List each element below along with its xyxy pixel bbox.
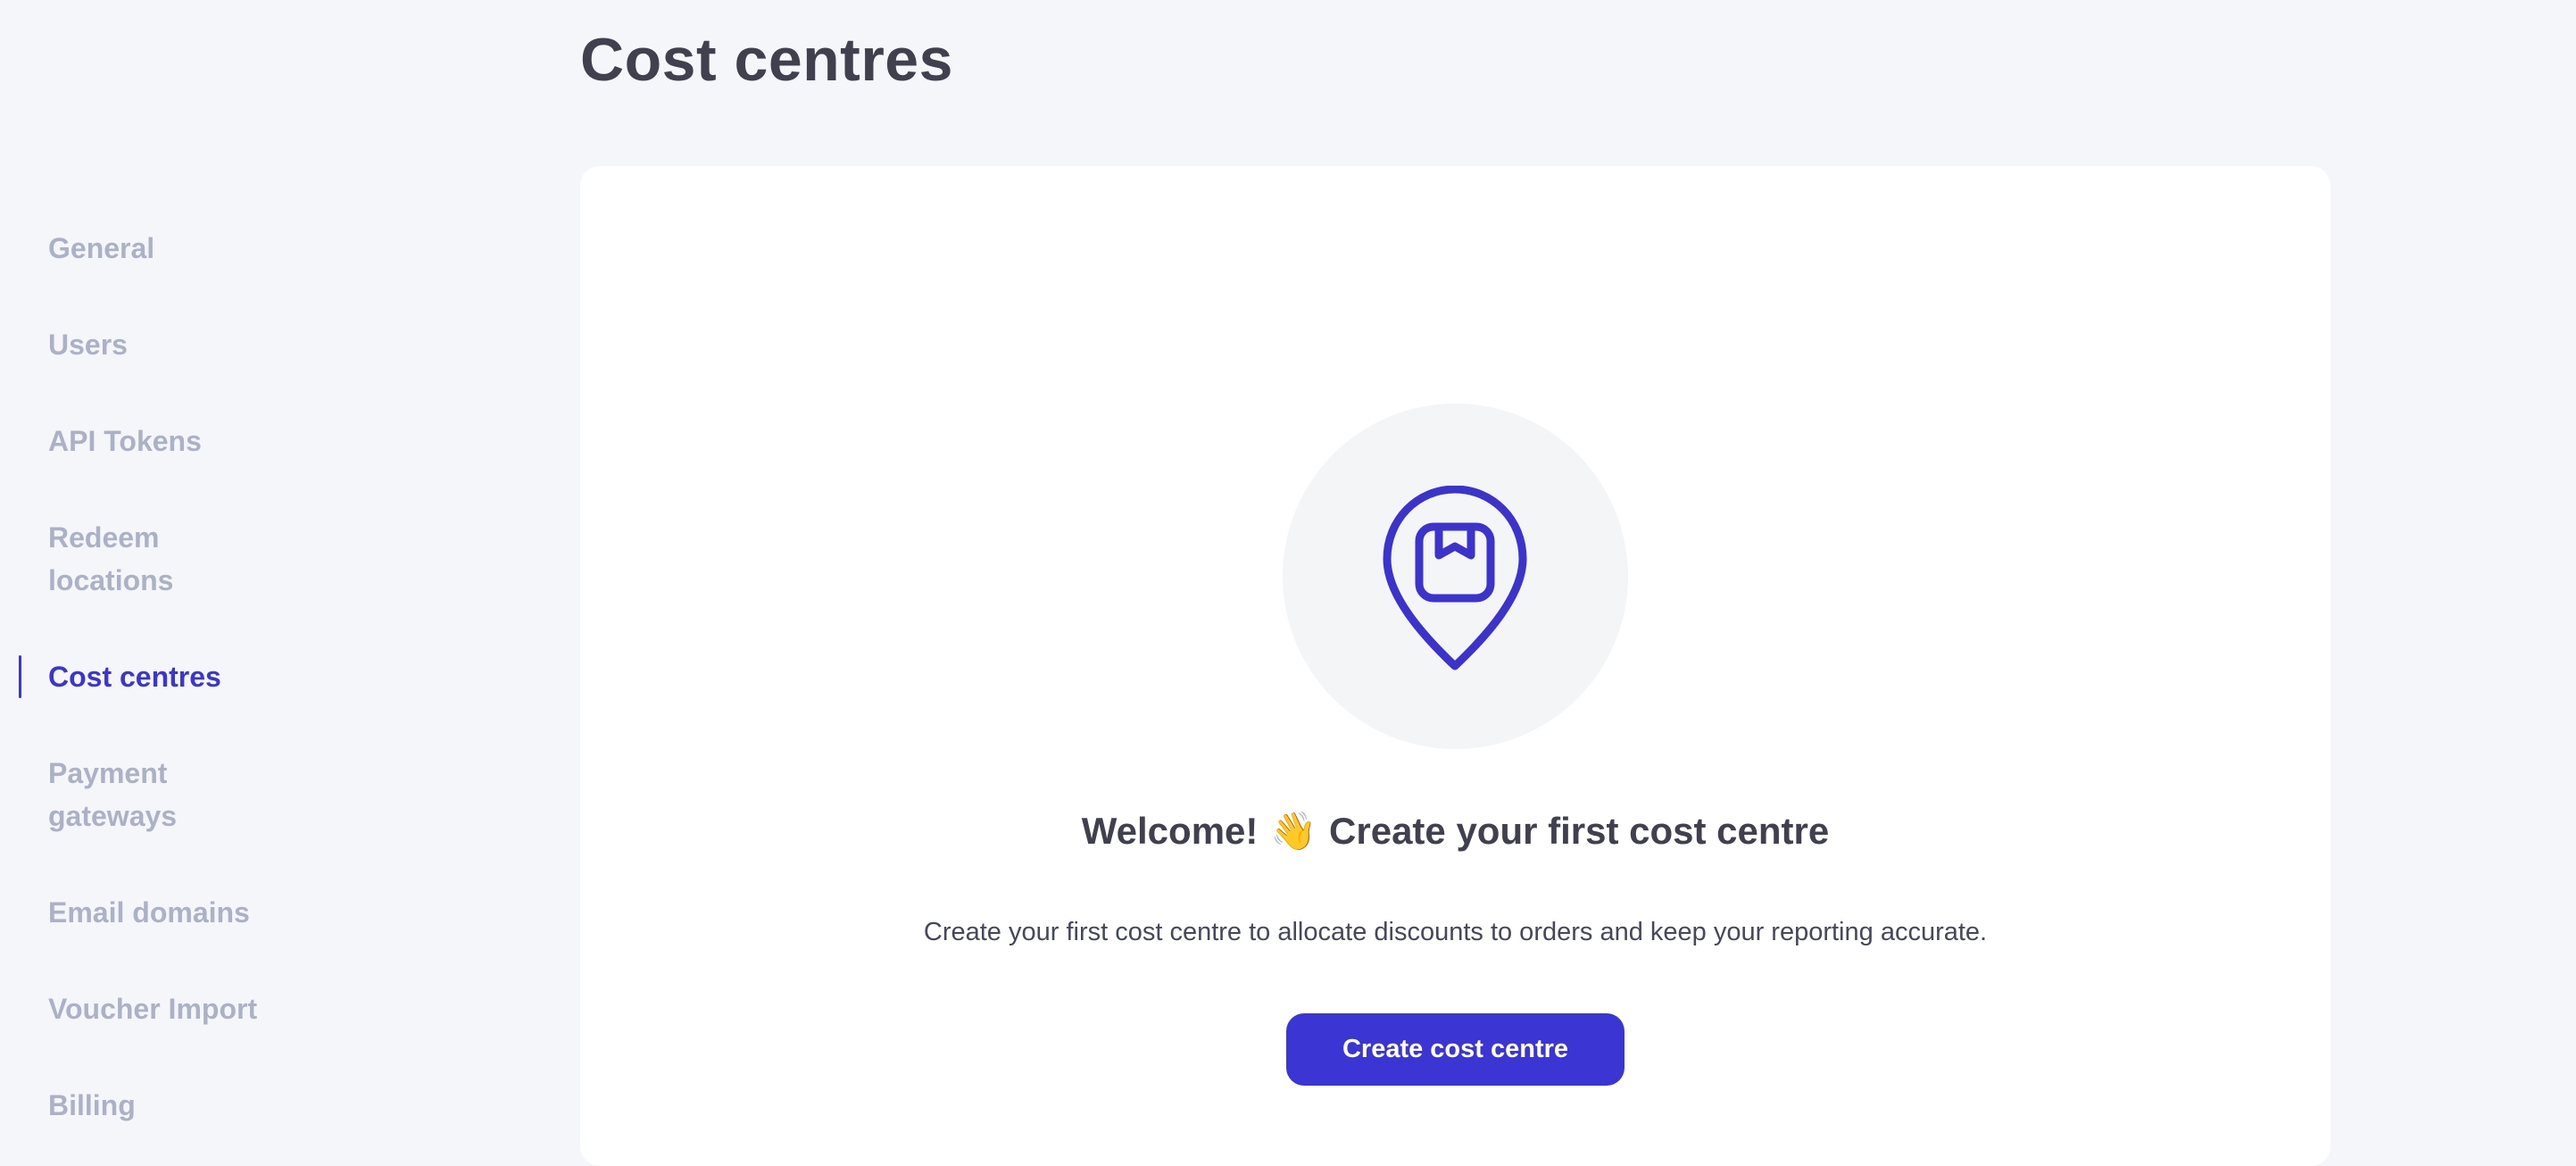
create-first-text: Create your first cost centre [1329, 810, 1830, 852]
page-title: Cost centres [580, 26, 953, 94]
empty-state-description: Create your first cost centre to allocat… [923, 918, 1988, 946]
active-indicator [19, 655, 21, 698]
sidebar-item-payment-gateways[interactable]: Payment gateways [48, 752, 209, 837]
empty-state-card: Welcome! 👋 Create your first cost centre… [580, 166, 2331, 1166]
sidebar-item-email-domains[interactable]: Email domains [48, 891, 280, 934]
waving-hand-icon: 👋 [1270, 810, 1317, 852]
sidebar-item-general[interactable]: General [48, 227, 280, 270]
sidebar-item-cost-centres[interactable]: Cost centres [48, 655, 280, 698]
sidebar-item-api-tokens[interactable]: API Tokens [48, 420, 280, 462]
location-pin-package-icon [1383, 486, 1527, 670]
sidebar-item-billing[interactable]: Billing [48, 1084, 280, 1127]
welcome-text: Welcome! [1081, 810, 1259, 852]
sidebar-item-redeem-locations[interactable]: Redeem locations [48, 516, 209, 602]
sidebar-item-voucher-import[interactable]: Voucher Import [48, 987, 280, 1030]
empty-state-title: Welcome! 👋 Create your first cost centre [580, 804, 2331, 858]
empty-state-illustration [1283, 404, 1628, 749]
sidebar-item-users[interactable]: Users [48, 323, 280, 366]
create-cost-centre-button[interactable]: Create cost centre [1286, 1013, 1625, 1086]
